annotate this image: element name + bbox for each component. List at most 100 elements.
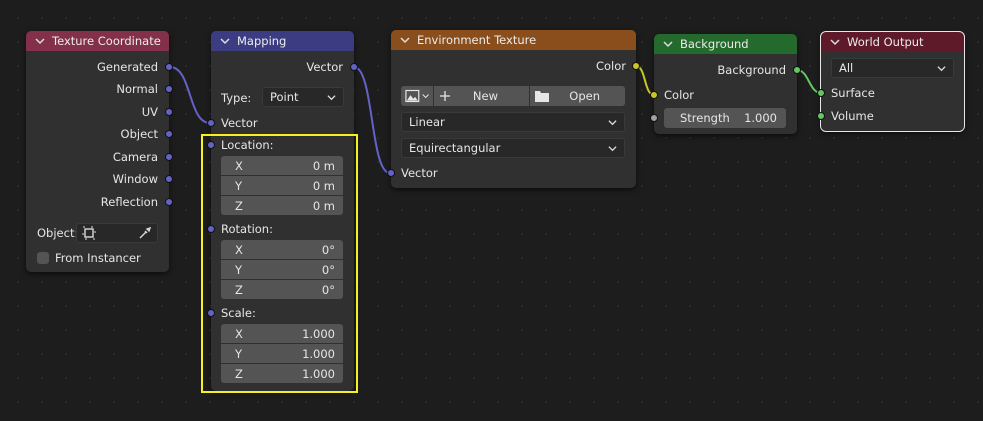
location-z-field[interactable]: Z0 m [221,196,343,215]
socket-window[interactable] [165,175,173,183]
chevron-down-icon [937,65,946,71]
rotation-fields: X 0° Y 0° Z 0° [221,240,343,299]
new-label: New [472,89,498,103]
target-dropdown[interactable]: All [831,58,954,78]
output-generated: Generated [96,60,158,74]
interpolation-dropdown[interactable]: Linear [401,112,625,132]
environment-texture-header[interactable]: Environment Texture [391,30,636,50]
scale-label: Scale: [221,306,256,320]
from-instancer-label: From Instancer [55,251,141,265]
output-camera: Camera [112,150,158,164]
strength-field[interactable]: Strength 1.000 [664,108,786,128]
location-y-field[interactable]: Y0 m [221,176,343,195]
input-vector: Vector [401,166,438,180]
socket-vector-in[interactable] [387,169,395,177]
output-color: Color [595,59,626,73]
node-title: Mapping [237,34,287,48]
input-color: Color [664,88,695,102]
node-title: Background [680,37,749,51]
chevron-down-icon[interactable] [663,39,673,49]
object-field[interactable] [76,223,158,243]
scale-fields: X 1.000 Y 1.000 Z 1.000 [221,324,343,383]
chevron-down-icon[interactable] [35,36,45,46]
object-icon [82,226,96,240]
input-surface: Surface [831,86,875,100]
from-instancer-checkbox[interactable]: From Instancer [37,249,141,267]
rotation-z-field[interactable]: Z 0° [221,280,343,299]
node-title: Environment Texture [417,33,537,47]
scale-z-field[interactable]: Z 1.000 [221,364,343,383]
output-background: Background [717,63,786,77]
texture-coordinate-header[interactable]: Texture Coordinate [26,31,169,51]
chevron-down-icon[interactable] [220,36,230,46]
socket-background-out[interactable] [793,66,801,74]
location-label: Location: [221,138,274,152]
type-dropdown[interactable]: Point [262,87,344,107]
socket-color-out[interactable] [632,62,640,70]
socket-strength-in[interactable] [650,114,658,122]
output-object: Object [120,127,158,141]
node-title: World Output [847,35,924,49]
world-output-node[interactable]: World Output All Surface Volume [817,31,965,132]
chevron-down-icon[interactable] [400,35,410,45]
socket-location[interactable] [207,141,215,149]
mapping-header[interactable]: Mapping [211,31,354,51]
checkbox-box[interactable] [37,252,49,264]
projection-dropdown[interactable]: Equirectangular [401,138,625,158]
folder-icon [535,91,549,102]
open-image-button[interactable]: Open [530,86,625,106]
chevron-down-icon [327,94,336,100]
link-mapping-to-env-vector [353,66,391,174]
socket-camera[interactable] [165,153,173,161]
output-vector: Vector [306,60,343,74]
eyedropper-icon[interactable] [138,226,152,240]
background-header[interactable]: Background [654,34,797,54]
environment-texture-node[interactable]: Environment Texture Color New Open Linea… [387,30,640,188]
world-output-header[interactable]: World Output [821,32,964,52]
object-label: Object: [37,226,79,240]
image-browse-button[interactable] [401,86,433,106]
rotation-y-field[interactable]: Y 0° [221,260,343,279]
output-normal: Normal [116,82,158,96]
output-reflection: Reflection [100,195,158,209]
target-value: All [839,61,854,75]
scale-y-field[interactable]: Y 1.000 [221,344,343,363]
socket-volume-in[interactable] [817,112,825,120]
socket-color-in[interactable] [650,91,658,99]
location-fields: X0 m Y0 m Z0 m [221,156,343,215]
socket-reflection[interactable] [165,198,173,206]
socket-uv[interactable] [165,108,173,116]
rotation-x-field[interactable]: X 0° [221,240,343,259]
input-volume: Volume [831,109,874,123]
texture-coordinate-node[interactable]: Texture Coordinate Generated Normal UV O… [26,31,173,272]
link-generated-to-vector [169,66,211,124]
open-label: Open [569,89,600,103]
chevron-down-icon [608,145,617,151]
interpolation-value: Linear [409,115,445,129]
socket-scale[interactable] [207,309,215,317]
node-title: Texture Coordinate [52,34,161,48]
chevron-down-icon[interactable] [830,37,840,47]
scale-x-field[interactable]: X 1.000 [221,324,343,343]
location-x-field[interactable]: X0 m [221,156,343,175]
socket-surface-in[interactable] [817,89,825,97]
mapping-node[interactable]: Mapping Vector Type: Point Vector Locati… [207,31,358,391]
plus-icon [440,91,450,101]
projection-value: Equirectangular [409,141,501,155]
strength-value: 1.000 [744,111,777,125]
socket-vector-out[interactable] [350,63,358,71]
socket-normal[interactable] [165,85,173,93]
output-window: Window [112,172,158,186]
new-image-button[interactable]: New [434,86,529,106]
strength-label: Strength [680,111,730,125]
chevron-down-icon [608,119,617,125]
socket-rotation[interactable] [207,225,215,233]
background-node[interactable]: Background Background Color Strength 1.0… [650,34,801,134]
socket-object[interactable] [165,130,173,138]
input-vector: Vector [221,116,258,130]
type-label: Type: [221,91,252,105]
chevron-down-icon [422,94,429,99]
output-uv: UV [141,105,158,119]
socket-vector-in[interactable] [207,119,215,127]
socket-generated[interactable] [165,63,173,71]
